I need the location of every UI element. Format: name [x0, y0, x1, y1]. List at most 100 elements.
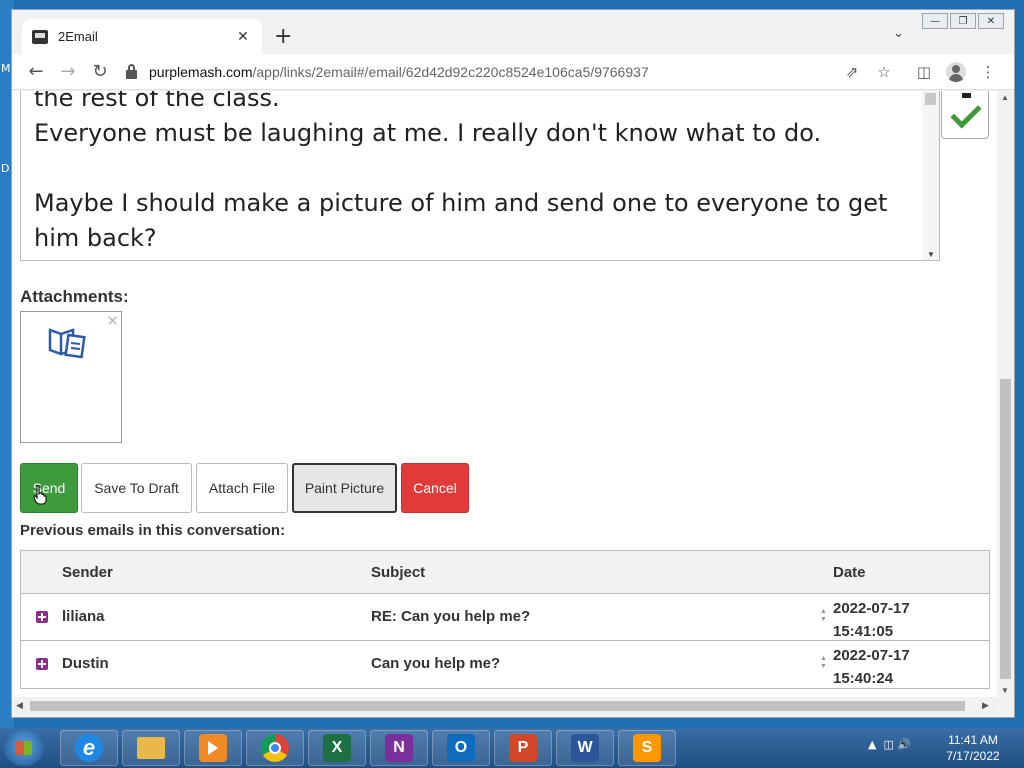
attach-file-button[interactable]: Attach File	[196, 463, 288, 513]
powerpoint-icon: P	[509, 734, 537, 762]
paint-picture-icon	[48, 328, 86, 359]
close-tab-icon[interactable]: ✕	[234, 28, 252, 45]
row-date-day: 2022-07-17	[833, 600, 910, 617]
table-row[interactable]: liliana RE: Can you help me? ▲ ▼ 2022-07-…	[21, 594, 989, 641]
taskbar-app-button[interactable]	[184, 730, 242, 766]
new-tab-button[interactable]: +	[274, 24, 292, 49]
share-icon[interactable]: ⇗	[842, 62, 862, 82]
message-line: Maybe I should make a picture of him and…	[34, 189, 888, 252]
row-subject: RE: Can you help me?	[371, 608, 531, 625]
conversation-table: Sender Subject Date liliana RE: Can you …	[20, 550, 990, 689]
taskbar-app-button[interactable]	[246, 730, 304, 766]
onenote-icon: N	[385, 734, 413, 762]
hand-cursor-icon	[33, 485, 47, 505]
taskbar-app-button[interactable]: X	[308, 730, 366, 766]
message-line: the rest of the class.	[34, 91, 280, 112]
profile-avatar[interactable]	[946, 62, 966, 82]
cancel-button[interactable]: Cancel	[401, 463, 469, 513]
ie-icon: e	[75, 734, 103, 762]
page-vertical-scrollbar[interactable]: ▲ ▼	[997, 91, 1014, 697]
side-panel-icon[interactable]: ◫	[914, 62, 934, 82]
taskbar-app-button[interactable]: O	[432, 730, 490, 766]
column-subject[interactable]: Subject	[371, 564, 425, 581]
checkmark-icon	[950, 97, 982, 129]
row-subject: Can you help me?	[371, 655, 501, 672]
outlook-icon: O	[447, 734, 475, 762]
page-scroll-thumb[interactable]	[1000, 379, 1011, 679]
desktop-icon-label: M	[1, 62, 11, 75]
taskbar: e X N O P W S ▲ ◫ 🔊 11:41 AM 7/17/2022	[0, 728, 1024, 768]
message-body[interactable]: the rest of the class. Everyone must be …	[20, 91, 940, 261]
scroll-left-arrow-icon[interactable]: ◀	[16, 700, 23, 711]
address-bar[interactable]: purplemash.com/app/links/2email#/email/6…	[124, 58, 914, 86]
tab-title: 2Email	[58, 29, 98, 44]
taskbar-app-button[interactable]: e	[60, 730, 118, 766]
desktop-icon-label: D	[1, 162, 10, 175]
chrome-icon	[261, 734, 289, 762]
system-tray-icons[interactable]: ▲ ◫ 🔊	[868, 738, 911, 751]
forward-button[interactable]: →	[56, 60, 80, 84]
message-line: Everyone must be laughing at me. I reall…	[34, 119, 822, 147]
menu-kebab-icon[interactable]: ⋮	[978, 62, 998, 82]
scroll-down-arrow-icon[interactable]: ▼	[1001, 686, 1009, 695]
sublime-icon: S	[633, 734, 661, 762]
message-text: the rest of the class. Everyone must be …	[34, 91, 914, 256]
url-text: purplemash.com/app/links/2email#/email/6…	[149, 64, 649, 80]
attachment-thumbnail[interactable]: ✕	[20, 311, 122, 443]
taskbar-app-button[interactable]: P	[494, 730, 552, 766]
row-date-time: 15:41:05	[833, 623, 894, 640]
url-host: purplemash.com	[149, 64, 253, 80]
taskbar-app-button[interactable]: S	[618, 730, 676, 766]
start-button[interactable]	[4, 730, 44, 766]
excel-icon: X	[323, 734, 351, 762]
lock-icon[interactable]	[126, 63, 137, 79]
row-date-time: 15:40:24	[833, 670, 894, 687]
sort-arrows-icon: ▲ ▼	[820, 608, 827, 623]
taskbar-app-button[interactable]	[122, 730, 180, 766]
browser-tab[interactable]: 2Email ✕	[22, 19, 262, 54]
row-date: 2022-07-17 15:41:05	[833, 597, 910, 643]
folder-icon	[137, 737, 165, 759]
reload-button[interactable]: ↻	[88, 60, 112, 84]
clock-date: 7/17/2022	[946, 749, 1000, 763]
clock-time: 11:41 AM	[948, 733, 998, 747]
scroll-down-arrow-icon[interactable]: ▼	[927, 250, 935, 259]
tab-strip: 2Email ✕ + ⌄	[12, 10, 1014, 54]
media-icon	[199, 734, 227, 762]
scroll-up-arrow-icon[interactable]: ▲	[1001, 93, 1009, 102]
table-header: Sender Subject Date	[21, 551, 989, 594]
message-scrollbar[interactable]: ▼	[922, 91, 939, 260]
bookmark-star-icon[interactable]: ☆	[874, 62, 894, 82]
browser-window: — ❐ ✕ 2Email ✕ + ⌄ ← → ↻ purplemash.com/…	[11, 9, 1015, 718]
url-path: /app/links/2email#/email/62d42d92c220c85…	[252, 64, 649, 80]
row-sender: Dustin	[62, 655, 109, 672]
remove-attachment-icon[interactable]: ✕	[106, 312, 119, 330]
tab-search-chevron-icon[interactable]: ⌄	[893, 26, 904, 41]
table-row[interactable]: Dustin Can you help me? ▲ ▼ 2022-07-17 15:…	[21, 641, 989, 688]
column-sender[interactable]: Sender	[62, 564, 113, 581]
scroll-right-arrow-icon[interactable]: ▶	[982, 700, 989, 711]
taskbar-app-button[interactable]: W	[556, 730, 614, 766]
expand-icon[interactable]	[36, 658, 48, 670]
sort-arrows-icon: ▲ ▼	[820, 655, 827, 670]
clock[interactable]: 11:41 AM 7/17/2022	[940, 732, 1006, 764]
expand-icon[interactable]	[36, 611, 48, 623]
back-button[interactable]: ←	[24, 60, 48, 84]
page-content: the rest of the class. Everyone must be …	[12, 91, 997, 697]
save-to-draft-button[interactable]: Save To Draft	[81, 463, 192, 513]
previous-emails-label: Previous emails in this conversation:	[20, 522, 286, 539]
send-button[interactable]: Send	[20, 463, 78, 513]
page-horizontal-scrollbar[interactable]: ◀ ▶	[12, 697, 997, 714]
message-line	[34, 151, 914, 186]
horizontal-scroll-thumb[interactable]	[30, 701, 965, 711]
row-date-day: 2022-07-17	[833, 647, 910, 664]
column-date[interactable]: Date	[833, 564, 866, 581]
row-date: 2022-07-17 15:40:24	[833, 644, 910, 690]
message-scroll-thumb[interactable]	[925, 93, 936, 105]
attachments-label: Attachments:	[20, 287, 129, 306]
paint-picture-button[interactable]: Paint Picture	[292, 463, 397, 513]
browser-toolbar: ← → ↻ purplemash.com/app/links/2email#/e…	[12, 54, 1014, 90]
site-favicon-icon	[32, 29, 48, 44]
taskbar-app-button[interactable]: N	[370, 730, 428, 766]
check-button[interactable]	[941, 91, 989, 139]
